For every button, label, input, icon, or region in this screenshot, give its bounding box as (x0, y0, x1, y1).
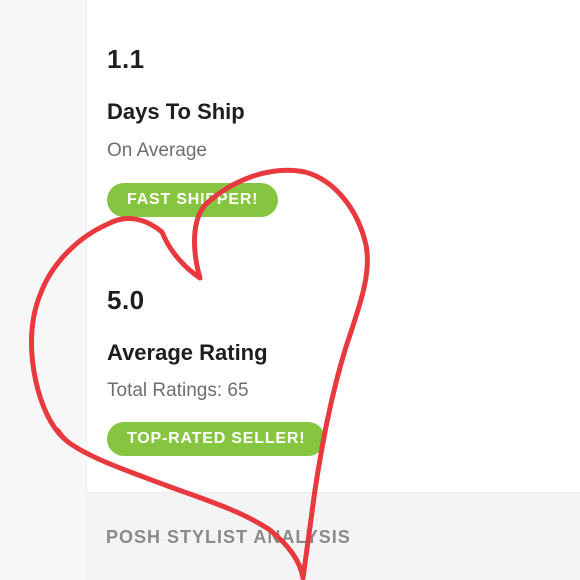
section-heading-posh-stylist-analysis: POSH STYLIST ANALYSIS (106, 527, 351, 547)
seller-stats-card: 1.1 Days To Ship On Average FAST SHIPPER… (87, 0, 580, 492)
top-rated-seller-badge: TOP-RATED SELLER! (107, 422, 326, 456)
total-ratings-subtitle: Total Ratings: 65 (107, 380, 249, 401)
days-to-ship-title: Days To Ship (107, 99, 245, 124)
left-margin-strip (0, 0, 87, 580)
fast-shipper-badge: FAST SHIPPER! (107, 183, 279, 217)
footer-section: POSH STYLIST ANALYSIS (87, 492, 580, 580)
days-to-ship-subtitle: On Average (107, 140, 208, 161)
average-rating-value: 5.0 (107, 285, 145, 315)
average-rating-title: Average Rating (107, 340, 268, 365)
days-to-ship-value: 1.1 (107, 44, 145, 74)
